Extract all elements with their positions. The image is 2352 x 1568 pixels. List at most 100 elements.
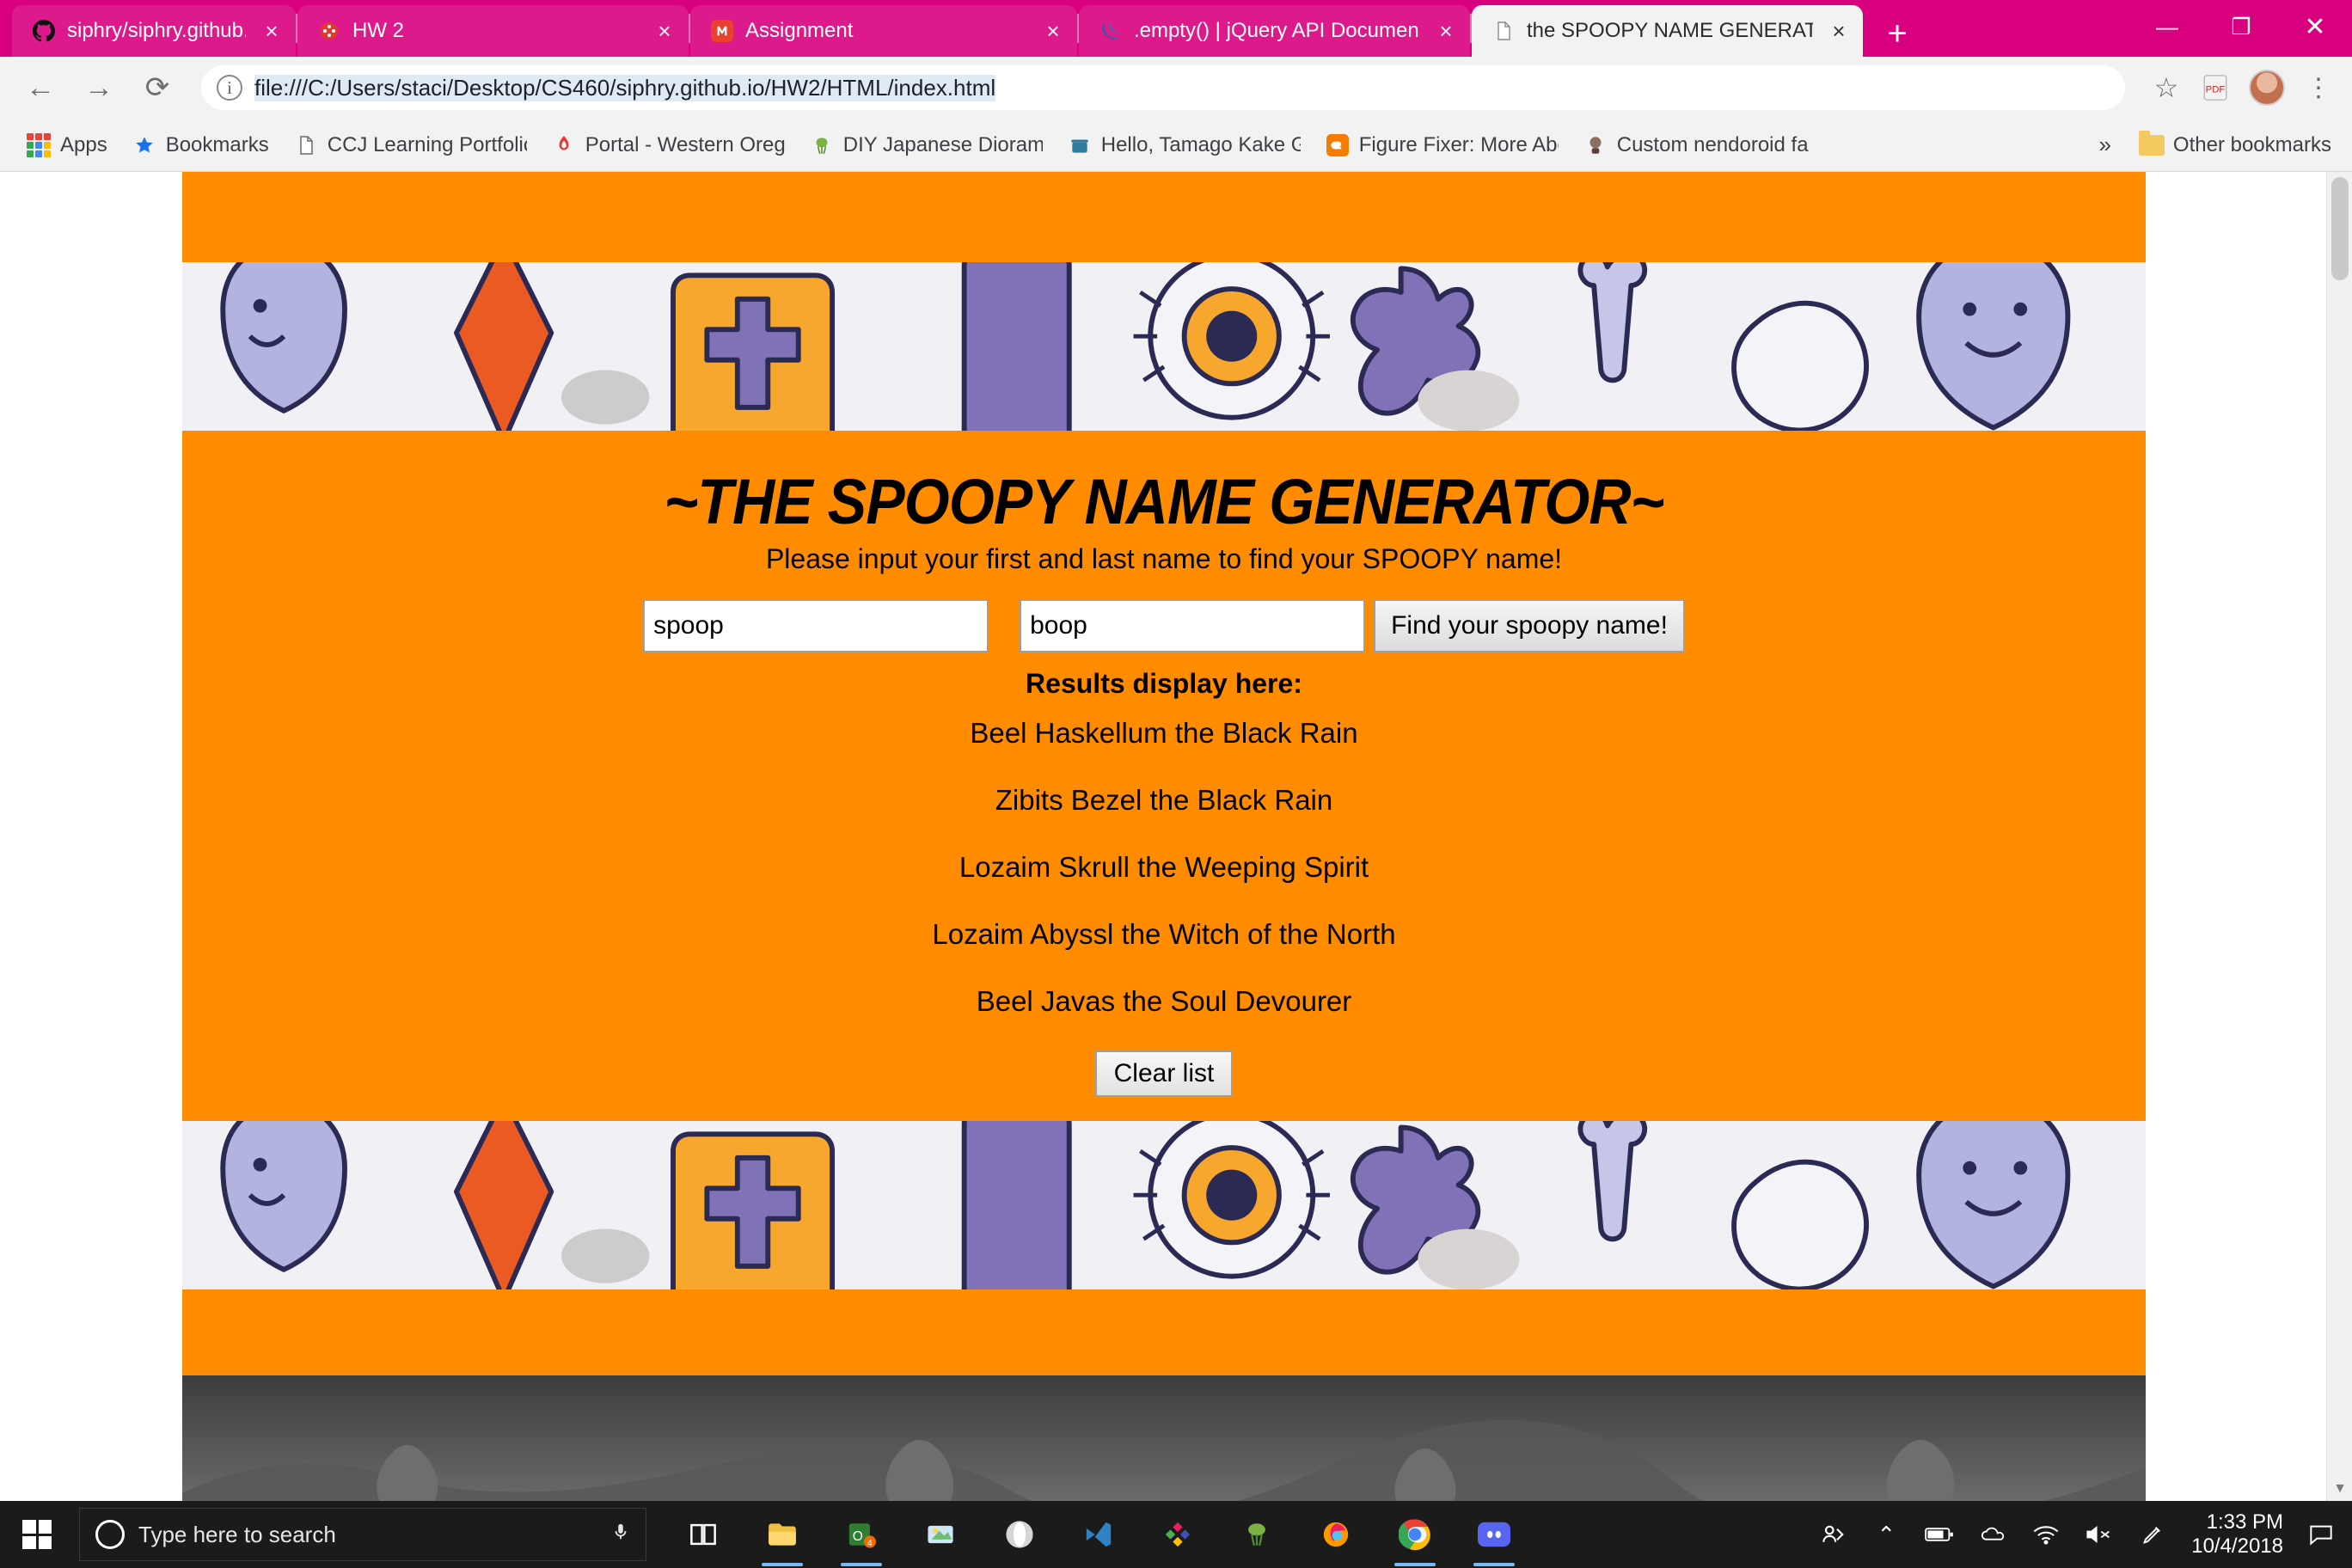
- tab-title: the SPOOPY NAME GENERATO: [1527, 19, 1813, 42]
- bookmark-item-figure-fixer[interactable]: Figure Fixer: More Abo: [1313, 127, 1571, 163]
- bookmark-item-bookmarks[interactable]: Bookmarks: [119, 127, 281, 163]
- result-item: Zibits Bezel the Black Rain: [995, 784, 1333, 816]
- last-name-input[interactable]: [1020, 599, 1366, 652]
- browser-tab-5-active[interactable]: the SPOOPY NAME GENERATO ×: [1472, 5, 1863, 57]
- onedrive-icon[interactable]: [1966, 1501, 2019, 1568]
- github-icon: [31, 18, 57, 44]
- close-tab-icon[interactable]: ×: [256, 15, 287, 46]
- browser-tab-3[interactable]: Assignment ×: [690, 5, 1077, 57]
- document-icon: [293, 132, 319, 158]
- portal-icon: [551, 132, 577, 158]
- tab-title: HW 2: [352, 19, 404, 42]
- bookmark-item-diy-japanese-diorama[interactable]: DIY Japanese Diorama: [797, 127, 1055, 163]
- microphone-icon[interactable]: [611, 1519, 630, 1551]
- close-tab-icon[interactable]: ×: [1430, 15, 1461, 46]
- close-window-button[interactable]: ✕: [2278, 0, 2352, 53]
- vscode-icon[interactable]: [1059, 1501, 1138, 1568]
- svg-text:PDF: PDF: [2206, 85, 2226, 95]
- blogger-icon: [1325, 132, 1351, 158]
- show-hidden-icons-icon[interactable]: ⌃: [1859, 1501, 1913, 1568]
- generator-header: ~THE SPOOPY NAME GENERATOR~ Please input…: [182, 431, 2146, 1121]
- maximize-button[interactable]: ❐: [2204, 0, 2278, 53]
- bookmark-label: Bookmarks: [165, 132, 269, 156]
- discord-icon[interactable]: [1455, 1501, 1534, 1568]
- page-title: ~THE SPOOPY NAME GENERATOR~: [664, 466, 1664, 537]
- address-bar[interactable]: i file:///C:/Users/staci/Desktop/CS460/s…: [201, 65, 2125, 110]
- vertical-scrollbar[interactable]: ▲ ▼: [2326, 172, 2352, 1501]
- scrollbar-thumb[interactable]: [2331, 177, 2349, 280]
- clock-date: 10/4/2018: [2191, 1534, 2283, 1558]
- tab-title: Assignment: [745, 19, 854, 42]
- paint-icon[interactable]: [901, 1501, 980, 1568]
- bookmark-item-hello-tamago-kake-go[interactable]: Hello, Tamago Kake Go: [1055, 127, 1313, 163]
- battery-icon[interactable]: [1913, 1501, 1966, 1568]
- result-item: Lozaim Abyssl the Witch of the North: [932, 918, 1396, 950]
- page-subtitle: Please input your first and last name to…: [765, 543, 1563, 574]
- opera-icon[interactable]: [980, 1501, 1059, 1568]
- people-icon[interactable]: [1806, 1501, 1859, 1568]
- taskbar-search-box[interactable]: Type here to search: [79, 1508, 646, 1561]
- other-bookmarks-button[interactable]: Other bookmarks: [2127, 128, 2338, 162]
- bookmark-apps[interactable]: Apps: [14, 127, 119, 163]
- photos-icon[interactable]: [1138, 1501, 1217, 1568]
- browser-tab-1[interactable]: siphry/siphry.github.io: CS460 H ×: [12, 5, 296, 57]
- close-tab-icon[interactable]: ×: [1823, 15, 1854, 46]
- spoopy-name-generator-page: ~THE SPOOPY NAME GENERATOR~ Please input…: [182, 172, 2146, 1501]
- back-button[interactable]: ←: [14, 61, 67, 114]
- chrome-icon[interactable]: [1375, 1501, 1455, 1568]
- url-text[interactable]: file:///C:/Users/staci/Desktop/CS460/sip…: [254, 74, 996, 101]
- bookmark-label: Figure Fixer: More Abo: [1358, 132, 1559, 156]
- find-spoopy-name-button[interactable]: Find your spoopy name!: [1374, 599, 1685, 652]
- bookmarks-overflow-button[interactable]: »: [2083, 132, 2126, 158]
- pdf-extension-icon[interactable]: PDF: [2196, 70, 2235, 105]
- bookmark-item-custom-nendoroid[interactable]: Custom nendoroid fa: [1571, 127, 1821, 163]
- profile-avatar[interactable]: [2249, 70, 2285, 106]
- chrome-menu-icon[interactable]: ⋮: [2299, 75, 2338, 101]
- bookmark-label: DIY Japanese Diorama: [842, 132, 1043, 156]
- pen-icon[interactable]: [2126, 1501, 2179, 1568]
- result-item: Beel Javas the Soul Devourer: [976, 985, 1352, 1017]
- task-view-icon[interactable]: [664, 1501, 743, 1568]
- graveyard-photo: [182, 1375, 2146, 1501]
- halloween-pattern-svg: [182, 1121, 2146, 1289]
- site-info-icon[interactable]: i: [217, 75, 242, 101]
- minimize-button[interactable]: —: [2130, 0, 2204, 53]
- apps-grid-icon: [26, 132, 52, 158]
- bookmark-label: Hello, Tamago Kake Go: [1100, 132, 1301, 156]
- sims-icon[interactable]: [1217, 1501, 1296, 1568]
- taskbar-clock[interactable]: 1:33 PM 10/4/2018: [2179, 1510, 2295, 1559]
- firefox-icon[interactable]: [1296, 1501, 1375, 1568]
- first-name-input[interactable]: [643, 599, 989, 652]
- forward-button[interactable]: →: [72, 61, 126, 114]
- office-icon[interactable]: O4: [822, 1501, 901, 1568]
- browser-tab-4[interactable]: .empty() | jQuery API Documen ×: [1079, 5, 1470, 57]
- scroll-down-arrow-icon[interactable]: ▼: [2327, 1477, 2352, 1501]
- reload-button[interactable]: ⟳: [131, 61, 184, 114]
- close-tab-icon[interactable]: ×: [649, 15, 680, 46]
- notifications-icon[interactable]: [2295, 1501, 2347, 1568]
- halloween-banner-bottom: [182, 1121, 2146, 1289]
- cortana-circle-icon: [95, 1520, 125, 1549]
- wifi-icon[interactable]: [2019, 1501, 2073, 1568]
- folder-icon: [2138, 130, 2165, 156]
- page-icon: [1491, 18, 1516, 44]
- jquery-icon: [1098, 18, 1124, 44]
- browser-tab-2[interactable]: HW 2 ×: [297, 5, 689, 57]
- close-tab-icon[interactable]: ×: [1038, 15, 1069, 46]
- tab-title: .empty() | jQuery API Documen: [1134, 19, 1419, 42]
- clock-time: 1:33 PM: [2206, 1510, 2283, 1534]
- new-tab-button[interactable]: +: [1871, 10, 1923, 57]
- bookmark-label: CCJ Learning Portfolio: [327, 132, 527, 156]
- start-button[interactable]: [0, 1501, 74, 1568]
- svg-text:O: O: [853, 1529, 863, 1544]
- result-item: Beel Haskellum the Black Rain: [970, 717, 1358, 749]
- bookmark-label: Other bookmarks: [2172, 132, 2331, 156]
- bookmark-item-portal-western-oregon[interactable]: Portal - Western Oregon: [539, 127, 797, 163]
- bookmark-star-icon[interactable]: ☆: [2142, 71, 2190, 104]
- bookmark-item-ccj-learning-portfolio[interactable]: CCJ Learning Portfolio: [281, 127, 539, 163]
- windows-logo-icon: [22, 1520, 52, 1549]
- clear-list-button[interactable]: Clear list: [1094, 1050, 1234, 1097]
- volume-muted-icon[interactable]: [2073, 1501, 2126, 1568]
- file-explorer-icon[interactable]: [743, 1501, 822, 1568]
- bookmark-label: Portal - Western Oregon: [585, 132, 785, 156]
